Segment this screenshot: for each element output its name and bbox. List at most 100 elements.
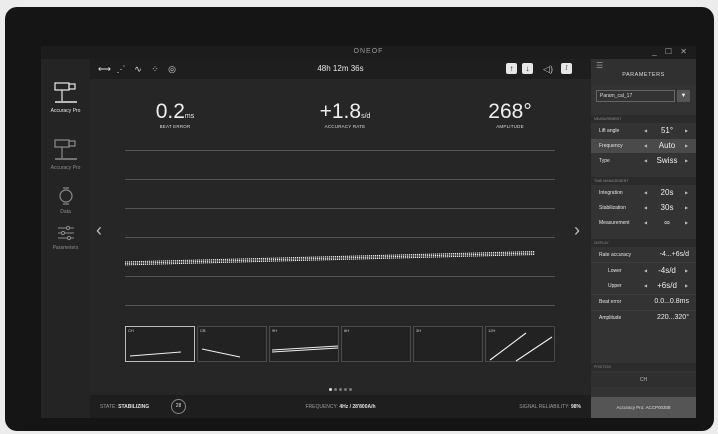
param-integration[interactable]: Integration ◀ 20s ▶ <box>591 186 696 200</box>
nav-item-data[interactable]: Data <box>41 186 90 215</box>
timegrapher-icon <box>53 82 77 103</box>
signal-reliability: SIGNAL RELIABILITY: 98% <box>519 404 581 410</box>
thumbnail-6h[interactable]: 6H <box>341 326 411 362</box>
thumbnail-trace-line <box>489 332 527 361</box>
param-label: Upper <box>608 283 622 289</box>
nav-item-accuracy-pro[interactable]: Accuracy Pro <box>41 81 90 114</box>
decrease-icon[interactable]: ◀ <box>644 216 647 230</box>
thumbnail-trace-line <box>515 336 553 362</box>
param-value: 51° <box>660 126 674 135</box>
device-frame: ONEOF _ ☐ ✕ Accuracy Pro Accuracy Pro Da… <box>5 7 714 431</box>
thumbnail-trace <box>342 327 412 363</box>
pager-dot[interactable] <box>349 388 352 391</box>
thumbnail-9h[interactable]: 9H <box>269 326 339 362</box>
thumbnail-trace <box>129 351 182 357</box>
decrease-icon[interactable]: ◀ <box>644 139 647 153</box>
param-label: Beat error <box>599 299 622 305</box>
menu-icon[interactable]: ☰ <box>596 61 603 70</box>
download-icon[interactable]: ↓ <box>522 63 533 74</box>
pager-dot[interactable] <box>344 388 347 391</box>
param-measurement[interactable]: Measurement ◀ ∞ ▶ <box>591 216 696 230</box>
param-rate-accuracy[interactable]: Rate accuracy -4...+6s/d <box>591 248 696 262</box>
parameters-panel: ☰ PARAMETERS Param_cal_17 ▼ MEASUREMENT … <box>591 59 696 418</box>
increase-icon[interactable]: ▶ <box>685 216 688 230</box>
decrease-icon[interactable]: ◀ <box>644 201 647 215</box>
param-value: 30s <box>660 203 674 212</box>
param-label: Rate accuracy <box>599 252 631 258</box>
param-lift-angle[interactable]: Lift angle ◀ 51° ▶ <box>591 124 696 138</box>
left-nav: Accuracy Pro Accuracy Pro Data Parameter… <box>41 59 90 418</box>
param-lower[interactable]: Lower ◀ -4s/d ▶ <box>591 264 696 278</box>
increase-icon[interactable]: ▶ <box>685 139 688 153</box>
chevron-right-icon[interactable]: › <box>574 221 580 239</box>
app-screen: ONEOF _ ☐ ✕ Accuracy Pro Accuracy Pro Da… <box>41 46 696 418</box>
param-value: -4...+6s/d <box>659 251 689 258</box>
param-upper[interactable]: Upper ◀ +6s/d ▶ <box>591 279 696 293</box>
upload-icon[interactable]: ↑ <box>506 63 517 74</box>
chevron-left-icon[interactable]: ‹ <box>96 221 102 239</box>
param-beat-error[interactable]: Beat error 0.0...0.8ms <box>591 295 696 309</box>
pager-dot[interactable] <box>339 388 342 391</box>
pager-dot[interactable] <box>334 388 337 391</box>
decrease-icon[interactable]: ◀ <box>644 264 647 278</box>
trace-line <box>124 252 536 264</box>
thumbnail-3h[interactable]: 3H <box>413 326 483 362</box>
rate-trace-chart <box>124 251 536 266</box>
reliability-prefix: SIGNAL RELIABILITY: <box>519 404 570 410</box>
nav-label: Accuracy Pro <box>50 165 81 171</box>
increase-icon[interactable]: ▶ <box>685 279 688 293</box>
chevron-down-icon[interactable]: ▼ <box>677 90 690 102</box>
decrease-icon[interactable]: ◀ <box>644 186 647 200</box>
increase-icon[interactable]: ▶ <box>685 154 688 168</box>
trace-line <box>124 251 536 263</box>
increase-icon[interactable]: ▶ <box>685 186 688 200</box>
thumbnail-trace <box>489 332 553 362</box>
param-value: 20s <box>660 188 674 197</box>
nav-label: Data <box>60 209 71 215</box>
nav-item-accuracy-pro-2[interactable]: Accuracy Pro <box>41 138 90 171</box>
trace-line <box>124 254 536 266</box>
nav-item-parameters[interactable]: Parameters <box>41 224 90 251</box>
param-label: Lower <box>608 268 622 274</box>
thumbnail-trace <box>201 348 241 358</box>
param-set-dropdown[interactable]: Param_cal_17 <box>596 90 675 102</box>
nav-label: Parameters <box>52 245 79 251</box>
frequency-value: 4Hz / 28'800A/h <box>339 404 376 410</box>
section-position: POSITION <box>591 363 696 371</box>
status-bar: STATE: STABILIZING 28 FREQUENCY: 4Hz / 2… <box>90 395 591 418</box>
reliability-value: 98% <box>570 404 581 410</box>
section-time-management: TIME MANAGEMENT <box>591 177 696 185</box>
thumbnail-cb[interactable]: CB <box>197 326 267 362</box>
nav-label: Accuracy Pro <box>50 108 81 114</box>
decrease-icon[interactable]: ◀ <box>644 154 647 168</box>
pager-dot[interactable] <box>329 388 332 391</box>
increase-icon[interactable]: ▶ <box>685 124 688 138</box>
thumbnail-ch[interactable]: CH <box>125 326 195 362</box>
microphone-icon[interactable]: ᶴ <box>561 63 572 74</box>
thumbnail-trace-line <box>271 347 339 353</box>
device-id-footer: Accuracy Pro: ACCP00308 <box>591 397 696 418</box>
param-type[interactable]: Type ◀ Swiss ▶ <box>591 154 696 168</box>
watch-icon <box>58 187 73 205</box>
panel-title: PARAMETERS <box>622 72 665 78</box>
increase-icon[interactable]: ▶ <box>685 264 688 278</box>
volume-icon[interactable]: ◁) <box>542 63 554 75</box>
divider <box>591 262 696 263</box>
increase-icon[interactable]: ▶ <box>685 201 688 215</box>
position-value[interactable]: CH <box>591 373 696 387</box>
param-frequency[interactable]: Frequency ◀ Auto ▶ <box>591 139 696 153</box>
param-label: Integration <box>599 190 623 196</box>
thumbnail-12h[interactable]: 12H <box>485 326 555 362</box>
param-value: 220...320° <box>657 314 689 321</box>
thumbnail-trace <box>414 327 484 363</box>
panel-header: ☰ PARAMETERS <box>591 59 696 85</box>
pager-dots <box>90 378 591 396</box>
param-stabilization[interactable]: Stabilization ◀ 30s ▶ <box>591 201 696 215</box>
decrease-icon[interactable]: ◀ <box>644 124 647 138</box>
param-label: Stabilization <box>599 205 626 211</box>
thumbnail-trace-line <box>271 345 339 351</box>
param-amplitude[interactable]: Amplitude 220...320° <box>591 311 696 325</box>
window-controls[interactable]: _ ☐ ✕ <box>652 47 690 56</box>
param-label: Frequency <box>599 143 623 149</box>
decrease-icon[interactable]: ◀ <box>644 279 647 293</box>
